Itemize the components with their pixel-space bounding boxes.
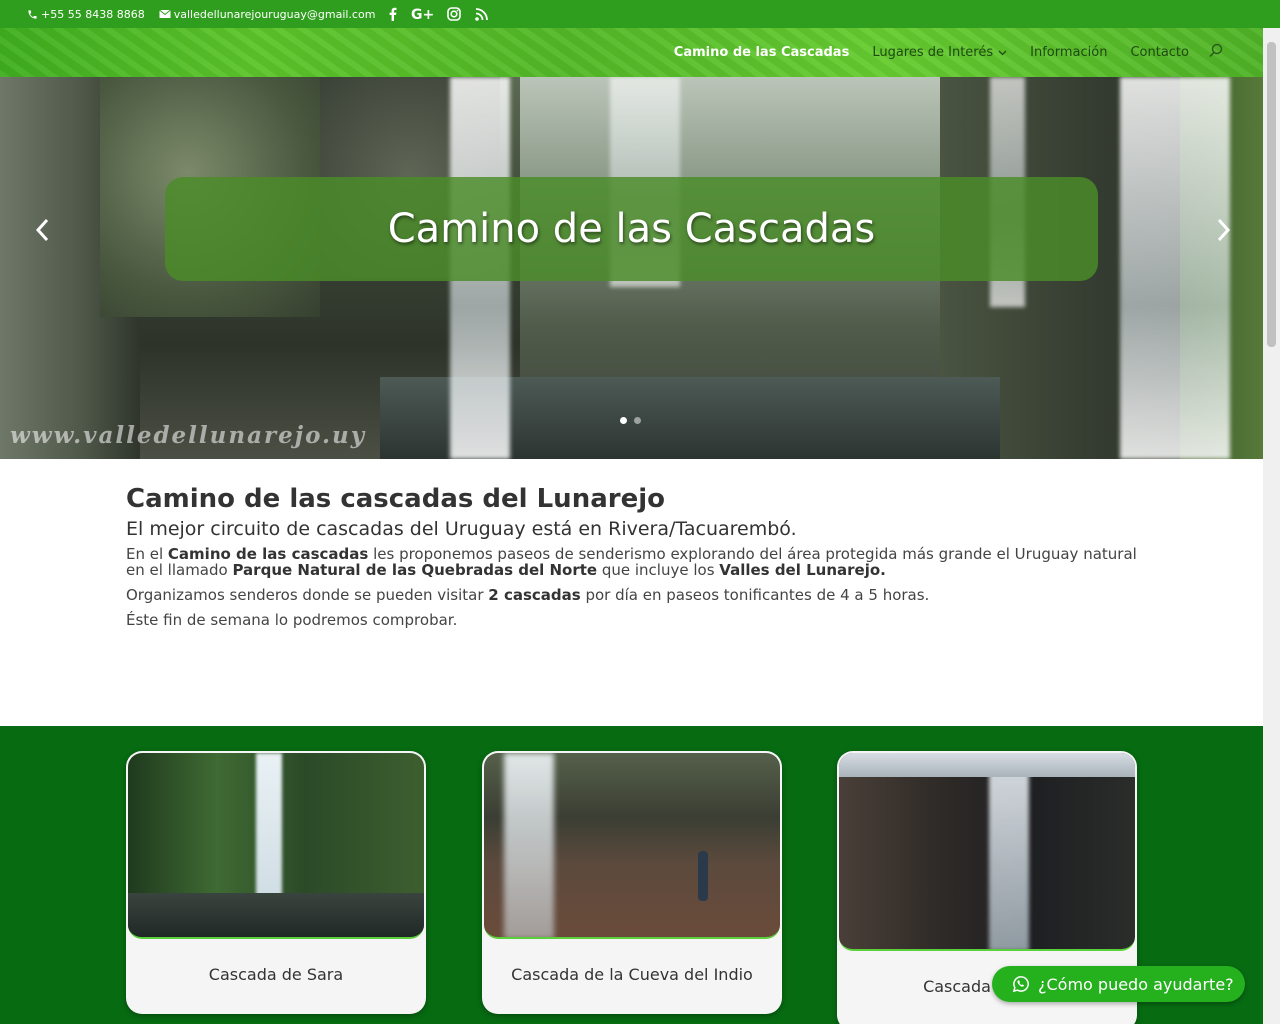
- phone-contact[interactable]: +55 55 8438 8868: [27, 8, 145, 21]
- hiker-figure: [698, 851, 708, 901]
- page-scrollbar[interactable]: [1263, 28, 1280, 1024]
- whatsapp-label: ¿Cómo puedo ayudarte?: [1038, 974, 1234, 994]
- main-nav: Camino de las Cascadas Lugares de Interé…: [651, 43, 1223, 62]
- intro-section: Camino de las cascadas del Lunarejo El m…: [126, 484, 1146, 637]
- instagram-icon[interactable]: [447, 7, 462, 21]
- scrollbar-thumb[interactable]: [1267, 42, 1276, 347]
- envelope-icon: [158, 9, 171, 18]
- hero-watermark: www.valledellunarejo.uy: [10, 422, 367, 449]
- email-contact[interactable]: valledellunarejouruguay@gmail.com: [158, 7, 376, 21]
- hero-title-box: Camino de las Cascadas: [165, 177, 1098, 281]
- whatsapp-icon: [1012, 976, 1029, 993]
- waterfall-stream: [989, 753, 1029, 949]
- svg-text:G+: G+: [411, 7, 433, 21]
- slider-dot-1[interactable]: [620, 417, 627, 424]
- card-cascada-de-sara[interactable]: Cascada de Sara: [126, 751, 426, 1014]
- intro-paragraph-1: En el Camino de las cascadas les propone…: [126, 545, 1137, 579]
- card-caption: Cascada de Sara: [208, 965, 344, 984]
- pool-rocks: [128, 893, 424, 937]
- slider-next-button[interactable]: [1212, 215, 1236, 245]
- intro-title: Camino de las cascadas del Lunarejo: [126, 484, 665, 514]
- chevron-right-icon: [1217, 218, 1231, 242]
- waterfall-right: [1120, 77, 1230, 459]
- card-image: [128, 753, 424, 939]
- card-image: [484, 753, 780, 939]
- card-image: [839, 753, 1135, 951]
- whatsapp-chat-button[interactable]: ¿Cómo puedo ayudarte?: [992, 966, 1245, 1002]
- chevron-down-icon: [998, 50, 1007, 55]
- rss-icon[interactable]: [475, 7, 489, 21]
- facebook-icon[interactable]: [389, 7, 397, 21]
- intro-paragraph-3: Éste fin de semana lo podremos comprobar…: [126, 611, 458, 629]
- hero-title: Camino de las Cascadas: [387, 206, 876, 252]
- nav-item-camino-de-las-cascadas[interactable]: Camino de las Cascadas: [674, 45, 850, 60]
- intro-subtitle: El mejor circuito de cascadas del Urugua…: [126, 518, 797, 540]
- main-header: Camino de las Cascadas Lugares de Interé…: [0, 28, 1263, 77]
- nav-item-informacion[interactable]: Información: [1030, 45, 1107, 60]
- top-bar: +55 55 8438 8868 valledellunarejouruguay…: [0, 0, 1280, 28]
- nav-item-lugares-de-interes[interactable]: Lugares de Interés: [872, 45, 1007, 60]
- phone-icon: [28, 9, 37, 19]
- chevron-left-icon: [35, 218, 49, 242]
- hero-slider: Camino de las Cascadas www.valledellunar…: [0, 77, 1263, 459]
- google-plus-icon[interactable]: G+: [411, 7, 433, 21]
- email-text: valledellunarejouruguay@gmail.com: [173, 7, 376, 21]
- card-caption: Cascada de la Cueva del Indio: [511, 965, 753, 984]
- waterfall-stream: [504, 753, 554, 937]
- phone-text: +55 55 8438 8868: [41, 7, 145, 21]
- sky-patch: [839, 753, 1135, 777]
- slider-dots: [620, 417, 648, 424]
- slider-prev-button[interactable]: [30, 215, 54, 245]
- card-cascada-cueva-del-indio[interactable]: Cascada de la Cueva del Indio: [482, 751, 782, 1014]
- slider-dot-2[interactable]: [634, 417, 641, 424]
- search-icon[interactable]: [1209, 43, 1223, 62]
- social-links: G+: [389, 7, 502, 21]
- intro-paragraph-2: Organizamos senderos donde se pueden vis…: [126, 586, 930, 604]
- nav-item-contacto[interactable]: Contacto: [1130, 45, 1189, 60]
